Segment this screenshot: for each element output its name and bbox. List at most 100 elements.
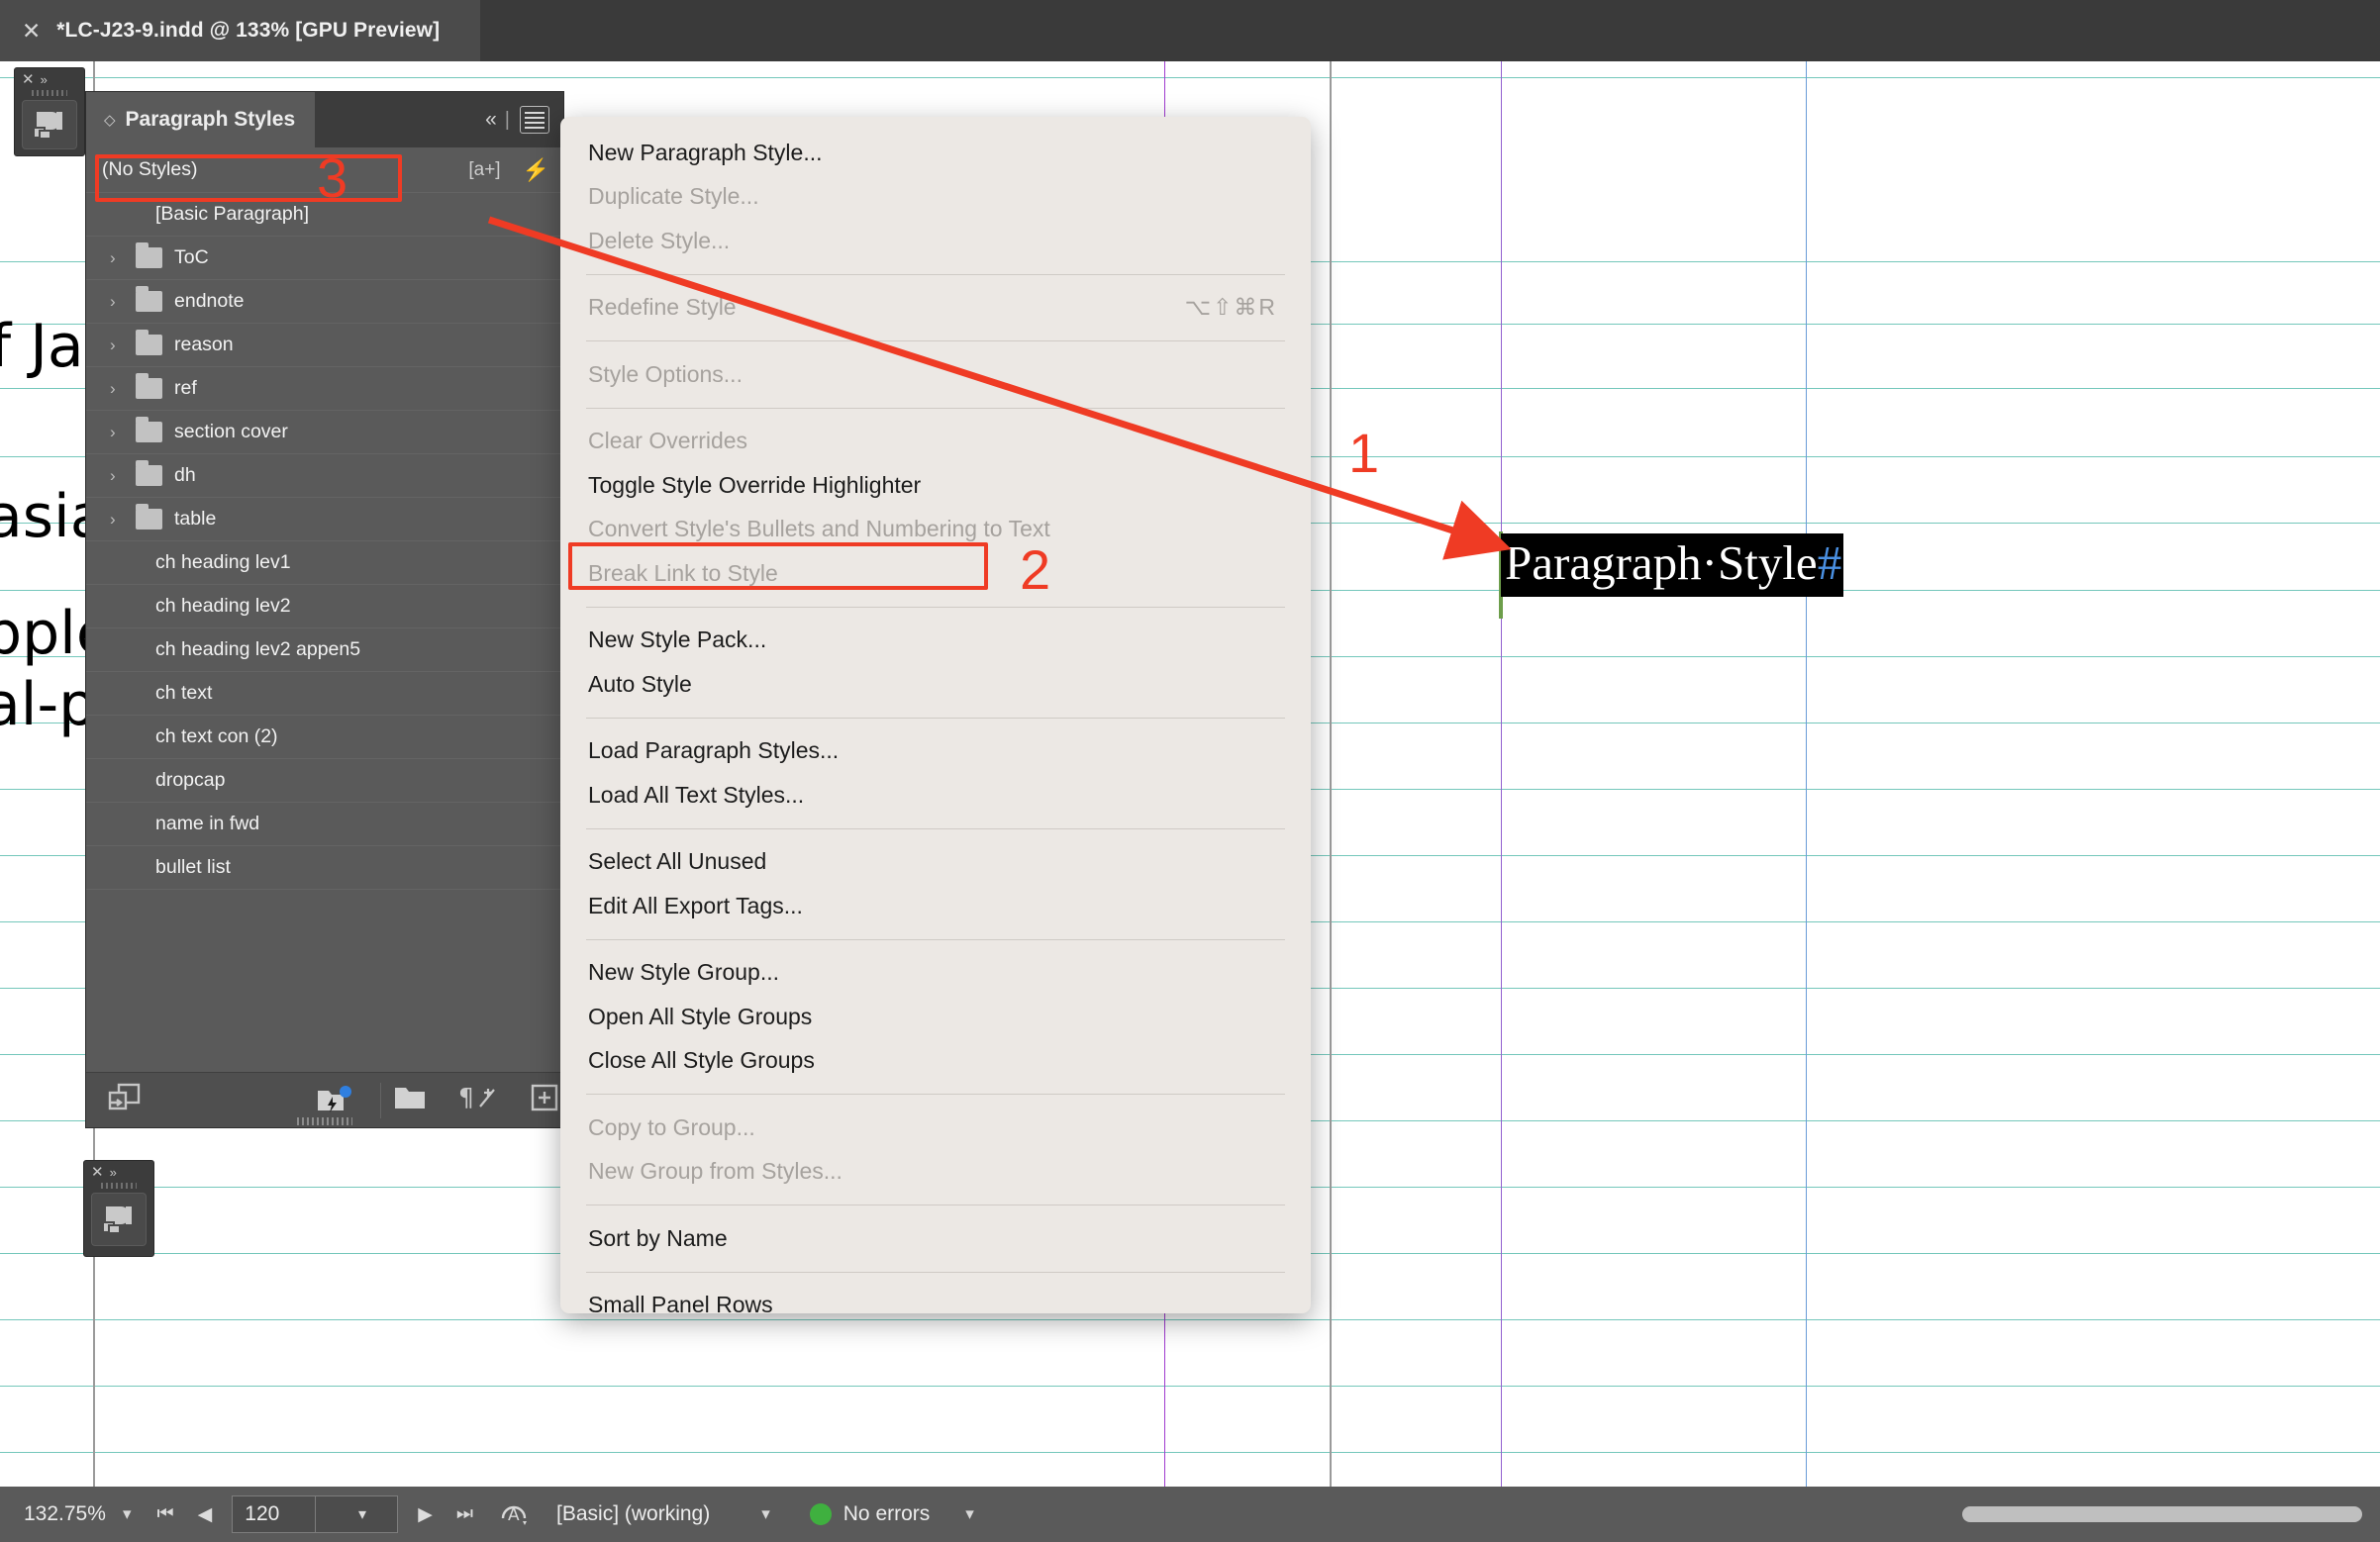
menu-item-edit-all-export-tags[interactable]: Edit All Export Tags...	[560, 884, 1311, 928]
list-item[interactable]: dropcap	[86, 759, 563, 803]
menu-item-redefine-style[interactable]: Redefine Style ⌥⇧⌘R	[560, 286, 1311, 331]
menu-item-clear-overrides[interactable]: Clear Overrides	[560, 420, 1311, 464]
load-styles-icon[interactable]	[108, 1083, 142, 1117]
menu-separator	[586, 340, 1285, 341]
list-item[interactable]: ch heading lev2	[86, 585, 563, 628]
menu-item-load-all-text-styles[interactable]: Load All Text Styles...	[560, 773, 1311, 818]
menu-item-shortcut: ⌥⇧⌘R	[1185, 294, 1277, 321]
divider: |	[505, 109, 510, 132]
new-style-icon[interactable]	[530, 1083, 559, 1117]
menu-separator	[586, 718, 1285, 719]
double-chevron-left-icon[interactable]: «	[485, 108, 495, 132]
paragraph-styles-panel[interactable]: ◇ Paragraph Styles « | (No Styles) [a+] …	[85, 91, 564, 1128]
chevron-right-icon[interactable]: ›	[110, 292, 124, 312]
bolt-icon[interactable]: ⚡	[523, 157, 549, 183]
chevron-right-icon[interactable]: ›	[110, 379, 124, 399]
list-item[interactable]: ch text con (2)	[86, 716, 563, 759]
panel-collapse-diamond-icon[interactable]: ◇	[104, 111, 116, 129]
collapsed-tool-panel-bottom[interactable]: ✕ »	[83, 1160, 154, 1257]
menu-item-open-all-style-groups[interactable]: Open All Style Groups	[560, 995, 1311, 1039]
chevron-right-icon[interactable]: ›	[110, 423, 124, 442]
menu-item-select-all-unused[interactable]: Select All Unused	[560, 840, 1311, 885]
menu-item-new-style-group[interactable]: New Style Group...	[560, 951, 1311, 996]
zoom-level-value[interactable]: 132.75%	[24, 1502, 121, 1526]
style-group-name: ToC	[174, 246, 209, 269]
double-chevron-icon[interactable]: »	[110, 1166, 117, 1179]
menu-item-auto-style[interactable]: Auto Style	[560, 662, 1311, 707]
clear-overrides-icon[interactable]: ¶	[458, 1083, 498, 1117]
menu-item-close-all-style-groups[interactable]: Close All Style Groups	[560, 1039, 1311, 1084]
menu-separator	[586, 1094, 1285, 1095]
menu-item-sort-by-name[interactable]: Sort by Name	[560, 1216, 1311, 1261]
pages-tool-icon[interactable]	[91, 1193, 147, 1246]
menu-item-duplicate-style[interactable]: Duplicate Style...	[560, 175, 1311, 220]
list-item[interactable]: › dh	[86, 454, 563, 498]
annotation-label-1: 1	[1348, 426, 1379, 481]
style-name: bullet list	[86, 856, 231, 879]
preflight-dropdown-chevron-down-icon[interactable]: ▾	[965, 1504, 974, 1524]
folder-icon	[136, 465, 162, 486]
prev-page-icon[interactable]: ◀	[198, 1503, 213, 1526]
style-group-name: endnote	[174, 290, 245, 313]
menu-item-style-options[interactable]: Style Options...	[560, 352, 1311, 397]
chevron-right-icon[interactable]: ›	[110, 510, 124, 530]
new-style-group-icon[interactable]	[393, 1084, 427, 1116]
menu-separator	[586, 828, 1285, 829]
list-item[interactable]: › reason	[86, 324, 563, 367]
master-page-value[interactable]: [Basic] (working)	[556, 1502, 710, 1526]
panel-menu-icon[interactable]	[520, 106, 549, 134]
next-page-icon[interactable]: ▶	[418, 1503, 433, 1526]
menu-item-new-paragraph-style[interactable]: New Paragraph Style...	[560, 131, 1311, 175]
collapsed-tool-panel-top[interactable]: ✕ »	[14, 67, 85, 156]
menu-item-load-paragraph-styles[interactable]: Load Paragraph Styles...	[560, 729, 1311, 774]
menu-item-toggle-style-override-highlighter[interactable]: Toggle Style Override Highlighter	[560, 463, 1311, 508]
zoom-dropdown-chevron-down-icon[interactable]: ▾	[123, 1504, 132, 1524]
list-item[interactable]: › ToC	[86, 237, 563, 280]
first-page-icon[interactable]: ⏮	[157, 1503, 174, 1525]
horizontal-scrollbar[interactable]	[1962, 1506, 2362, 1522]
style-row-icons: [a+] ⚡	[468, 157, 549, 183]
menu-item-small-panel-rows[interactable]: Small Panel Rows	[560, 1284, 1311, 1328]
style-group-name: table	[174, 508, 216, 530]
menu-item-new-style-pack[interactable]: New Style Pack...	[560, 619, 1311, 663]
list-item[interactable]: ch heading lev2 appen5	[86, 628, 563, 672]
menu-item-label: Break Link to Style	[588, 560, 778, 587]
margin-guide	[1501, 61, 1502, 1487]
close-icon[interactable]: ✕	[22, 72, 35, 87]
list-item[interactable]: › section cover	[86, 411, 563, 454]
chevron-right-icon[interactable]: ›	[110, 248, 124, 268]
document-tab[interactable]: ✕ *LC-J23-9.indd @ 133% [GPU Preview]	[0, 0, 480, 61]
list-item[interactable]: ch heading lev1	[86, 541, 563, 585]
menu-item-delete-style[interactable]: Delete Style...	[560, 219, 1311, 263]
panel-flyout-menu[interactable]: New Paragraph Style... Duplicate Style..…	[560, 117, 1311, 1313]
list-item[interactable]: › ref	[86, 367, 563, 411]
list-item[interactable]: ch text	[86, 672, 563, 716]
close-icon[interactable]: ✕	[22, 20, 41, 43]
pages-tool-icon[interactable]	[22, 100, 77, 149]
new-style-tag-icon[interactable]: [a+]	[468, 159, 500, 181]
menu-item-copy-to-group[interactable]: Copy to Group...	[560, 1106, 1311, 1150]
master-dropdown-chevron-down-icon[interactable]: ▾	[761, 1504, 770, 1524]
style-pack-icon[interactable]	[316, 1085, 353, 1116]
panel-resize-grip[interactable]	[297, 1117, 352, 1125]
menu-item-break-link-to-style[interactable]: Break Link to Style	[560, 551, 1311, 596]
page-number-field[interactable]: 120 ▾	[232, 1495, 398, 1533]
menu-item-new-group-from-styles[interactable]: New Group from Styles...	[560, 1150, 1311, 1195]
master-page-icon[interactable]: A	[499, 1496, 533, 1533]
list-item[interactable]: › table	[86, 498, 563, 541]
menu-item-convert-bullets-numbering-to-text[interactable]: Convert Style's Bullets and Numbering to…	[560, 508, 1311, 552]
chevron-right-icon[interactable]: ›	[110, 336, 124, 355]
styles-list[interactable]: (No Styles) [a+] ⚡ [Basic Paragraph] › T…	[86, 147, 563, 1072]
last-page-icon[interactable]: ⏭	[456, 1503, 473, 1525]
close-icon[interactable]: ✕	[91, 1165, 104, 1180]
list-item[interactable]: name in fwd	[86, 803, 563, 846]
list-item[interactable]: bullet list	[86, 846, 563, 890]
folder-icon	[136, 509, 162, 530]
chevron-right-icon[interactable]: ›	[110, 466, 124, 486]
tab-paragraph-styles[interactable]: ◇ Paragraph Styles	[86, 92, 315, 147]
double-chevron-icon[interactable]: »	[41, 73, 48, 86]
selected-text-run[interactable]: Paragraph·Style#	[1501, 533, 1843, 597]
chevron-down-icon[interactable]: ▾	[315, 1496, 398, 1532]
menu-separator	[586, 1272, 1285, 1273]
list-item[interactable]: › endnote	[86, 280, 563, 324]
